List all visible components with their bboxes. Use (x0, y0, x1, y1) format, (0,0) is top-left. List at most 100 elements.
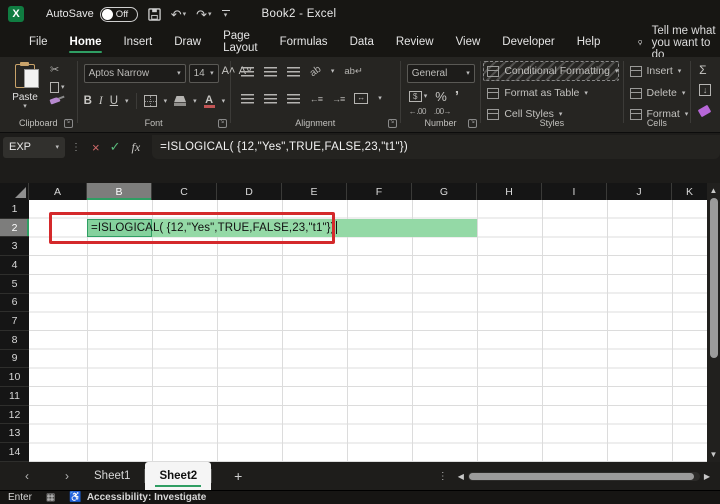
font-color-caret-icon[interactable]: ▾ (222, 98, 226, 105)
horizontal-scrollbar[interactable]: ◀ ▶ (458, 471, 710, 481)
add-sheet-button[interactable]: + (234, 468, 242, 484)
cancel-button[interactable]: × (92, 140, 100, 155)
column-header-b[interactable]: B (87, 183, 152, 200)
autosum-button[interactable]: Σ (699, 63, 706, 77)
decrease-indent-button[interactable]: ←≡ (310, 94, 323, 104)
number-dialog-launcher[interactable] (468, 117, 478, 128)
insert-cells-button[interactable]: Insert ▾ (629, 65, 681, 77)
redo-button[interactable]: ↷ ▾ (196, 8, 211, 21)
align-center-icon[interactable] (263, 93, 277, 104)
tab-data[interactable]: Data (339, 30, 385, 56)
undo-caret-icon[interactable]: ▾ (183, 11, 187, 18)
sheet-nav-next-icon[interactable]: › (54, 469, 80, 483)
sheet-nav-prev-icon[interactable]: ‹ (14, 469, 40, 483)
comma-style-button[interactable]: ’ (455, 89, 459, 104)
scroll-left-icon[interactable]: ◀ (458, 472, 464, 481)
tell-me-search[interactable]: Tell me what you want to do (637, 25, 720, 61)
font-name-combo[interactable]: Aptos Narrow ▾ (83, 64, 186, 83)
row-header-6[interactable]: 6 (0, 294, 29, 313)
customize-quick-access-button[interactable]: ▾ (221, 9, 230, 19)
column-header-a[interactable]: A (29, 183, 87, 200)
increase-indent-button[interactable]: →≡ (332, 94, 345, 104)
alignment-dialog-launcher[interactable] (387, 117, 397, 128)
row-header-10[interactable]: 10 (0, 368, 29, 388)
column-header-e[interactable]: E (282, 183, 347, 200)
wrap-text-button[interactable]: ab↵ (344, 66, 363, 77)
column-header-f[interactable]: F (347, 183, 412, 200)
column-header-j[interactable]: J (607, 183, 672, 200)
tab-formulas[interactable]: Formulas (269, 30, 339, 56)
orientation-button[interactable]: ab (308, 64, 323, 79)
tab-insert[interactable]: Insert (112, 30, 163, 56)
scroll-right-icon[interactable]: ▶ (704, 472, 710, 481)
horizontal-scroll-track[interactable] (467, 471, 700, 481)
row-header-3[interactable]: 3 (0, 237, 29, 257)
name-box[interactable]: EXP ▾ (3, 136, 65, 158)
insert-function-button[interactable]: fx (132, 140, 141, 155)
delete-cells-button[interactable]: Delete ▾ (629, 87, 685, 99)
tab-view[interactable]: View (445, 30, 492, 56)
sheet-tab-sheet2[interactable]: Sheet2 (145, 462, 212, 490)
accessibility-checker[interactable]: ♿ Accessibility: Investigate (69, 492, 206, 503)
fill-color-button[interactable] (174, 96, 187, 106)
autosave-toggle[interactable]: Off (99, 6, 138, 22)
tab-home[interactable]: Home (59, 30, 113, 56)
vertical-scrollbar[interactable]: ▲ ▼ (707, 183, 720, 462)
redo-caret-icon[interactable]: ▾ (208, 11, 212, 18)
borders-button[interactable] (143, 95, 157, 107)
align-right-icon[interactable] (286, 93, 300, 104)
orientation-caret-icon[interactable]: ▾ (331, 68, 335, 75)
column-header-i[interactable]: I (542, 183, 607, 200)
scroll-up-icon[interactable]: ▲ (707, 186, 720, 195)
column-header-g[interactable]: G (412, 183, 477, 200)
cut-button[interactable]: ✂ (50, 64, 65, 77)
accounting-format-button[interactable]: $ ▾ (408, 91, 427, 102)
tab-developer[interactable]: Developer (491, 30, 565, 56)
macro-record-icon[interactable]: ▦ (46, 492, 55, 503)
save-button[interactable] (147, 7, 161, 21)
align-left-icon[interactable] (240, 93, 254, 104)
tab-file[interactable]: File (18, 30, 59, 56)
undo-button[interactable]: ↶ ▾ (171, 8, 186, 21)
copy-button[interactable]: ▾ (50, 80, 65, 93)
fill-button[interactable]: ↓ (699, 84, 712, 96)
column-header-c[interactable]: C (152, 183, 217, 200)
number-format-combo[interactable]: General ▾ (406, 64, 475, 83)
increase-decimal-button[interactable]: ←.00 (409, 107, 427, 116)
underline-caret-icon[interactable]: ▾ (125, 98, 129, 105)
select-all-button[interactable] (0, 183, 29, 200)
scroll-down-icon[interactable]: ▼ (707, 450, 720, 459)
paste-caret-icon[interactable]: ▾ (23, 103, 27, 110)
vertical-scroll-thumb[interactable] (709, 198, 718, 358)
sheet-tab-sheet1[interactable]: Sheet1 (80, 462, 144, 490)
column-header-d[interactable]: D (217, 183, 282, 200)
autosave-control[interactable]: AutoSave Off (46, 6, 138, 22)
row-header-14[interactable]: 14 (0, 443, 29, 462)
conditional-formatting-button[interactable]: Conditional Formatting ▾ (487, 65, 618, 77)
row-header-4[interactable]: 4 (0, 256, 29, 275)
bold-button[interactable]: B (84, 95, 92, 107)
confirm-button[interactable]: ✓ (110, 139, 121, 155)
italic-button[interactable]: I (99, 95, 103, 107)
row-header-7[interactable]: 7 (0, 312, 29, 331)
clipboard-dialog-launcher[interactable] (63, 117, 73, 128)
row-header-8[interactable]: 8 (0, 331, 29, 350)
column-header-h[interactable]: H (477, 183, 542, 200)
font-color-button[interactable]: A (203, 94, 215, 108)
paste-button[interactable]: Paste ▾ (6, 62, 44, 118)
align-middle-icon[interactable] (263, 66, 277, 77)
align-top-icon[interactable] (240, 66, 254, 77)
percent-style-button[interactable]: % (435, 89, 447, 104)
font-size-combo[interactable]: 14 ▾ (188, 64, 219, 83)
name-box-caret-icon[interactable]: ▾ (55, 144, 59, 151)
row-header-1[interactable]: 1 (0, 200, 29, 219)
column-header-k[interactable]: K (672, 183, 707, 200)
align-bottom-icon[interactable] (286, 66, 300, 77)
fill-color-caret-icon[interactable]: ▾ (193, 98, 197, 105)
format-as-table-button[interactable]: Format as Table ▾ (487, 87, 588, 99)
clear-button[interactable] (697, 104, 712, 118)
more-options-icon[interactable]: ⋮ (438, 471, 448, 482)
format-painter-button[interactable] (49, 96, 65, 105)
tab-draw[interactable]: Draw (163, 30, 212, 56)
row-header-11[interactable]: 11 (0, 387, 29, 406)
